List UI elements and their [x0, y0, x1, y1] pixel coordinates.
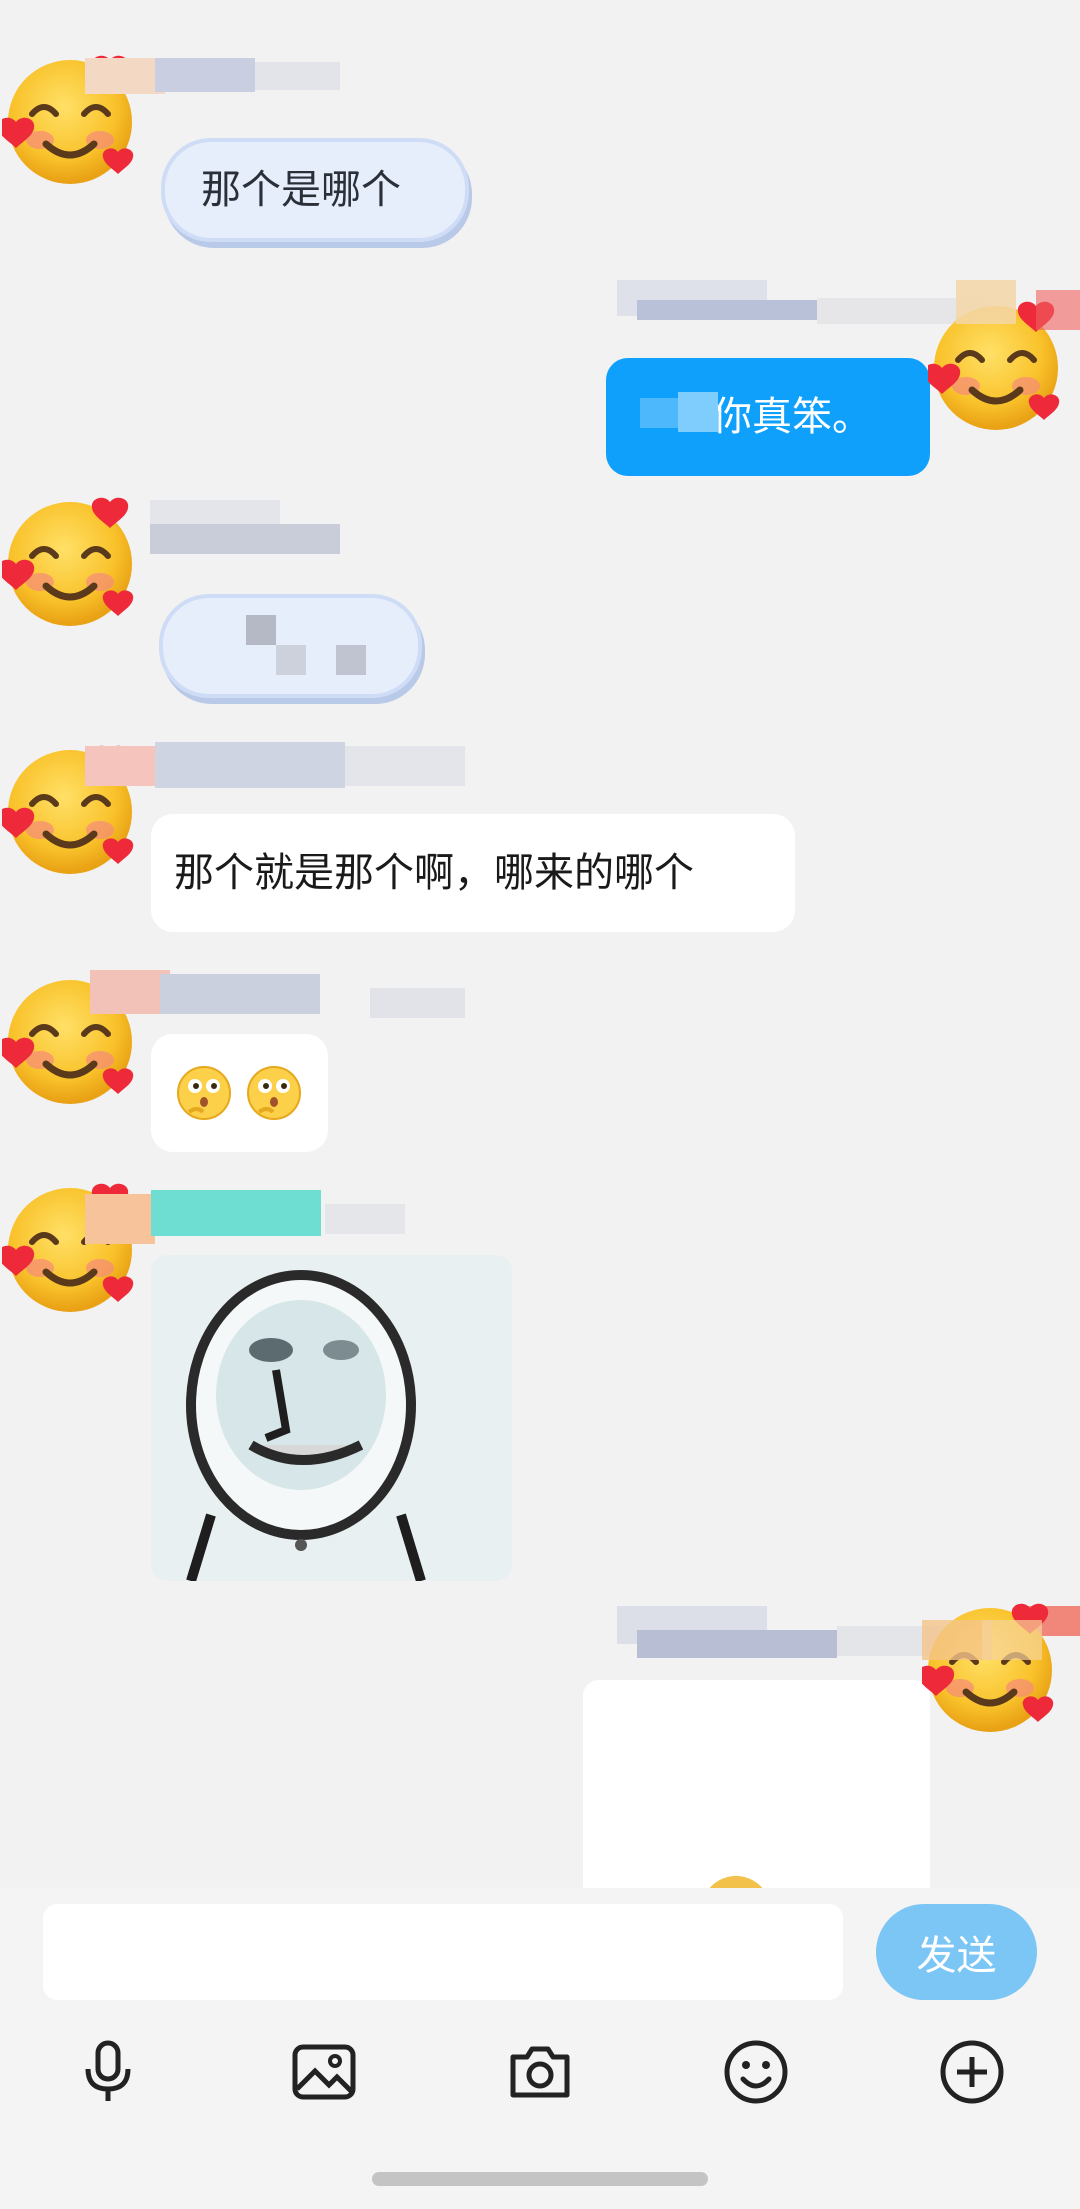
text-blurred — [640, 392, 750, 436]
message-bubble[interactable]: 那个就是那个啊，哪来的哪个 — [151, 814, 795, 932]
sender-name-blurred — [85, 742, 465, 792]
sender-name-blurred — [90, 970, 465, 1020]
meme-face-sticker — [151, 1255, 512, 1581]
sender-name-blurred — [85, 58, 340, 98]
sticker-image[interactable] — [151, 1255, 512, 1581]
emoji-icon[interactable] — [721, 2037, 791, 2107]
avatar-pixelation — [956, 280, 1080, 340]
sender-name-blurred — [85, 1190, 405, 1250]
message-bubble[interactable] — [151, 1034, 328, 1152]
message-input[interactable] — [43, 1904, 843, 2000]
sender-name-blurred — [150, 500, 340, 556]
camera-icon[interactable] — [505, 2037, 575, 2107]
avatar[interactable] — [2, 494, 142, 634]
thinking-face-icon — [247, 1066, 301, 1120]
avatar-pixelation — [922, 1610, 1062, 1670]
plus-icon[interactable] — [937, 2037, 1007, 2107]
home-indicator[interactable] — [372, 2172, 708, 2186]
microphone-icon[interactable] — [73, 2037, 143, 2107]
send-button[interactable]: 发送 — [876, 1904, 1037, 2000]
message-bubble[interactable]: 那个是哪个 — [165, 142, 465, 238]
image-message[interactable] — [583, 1680, 930, 1888]
thinking-face-icon — [177, 1066, 231, 1120]
image-icon[interactable] — [289, 2037, 359, 2107]
text-blurred — [246, 615, 386, 677]
